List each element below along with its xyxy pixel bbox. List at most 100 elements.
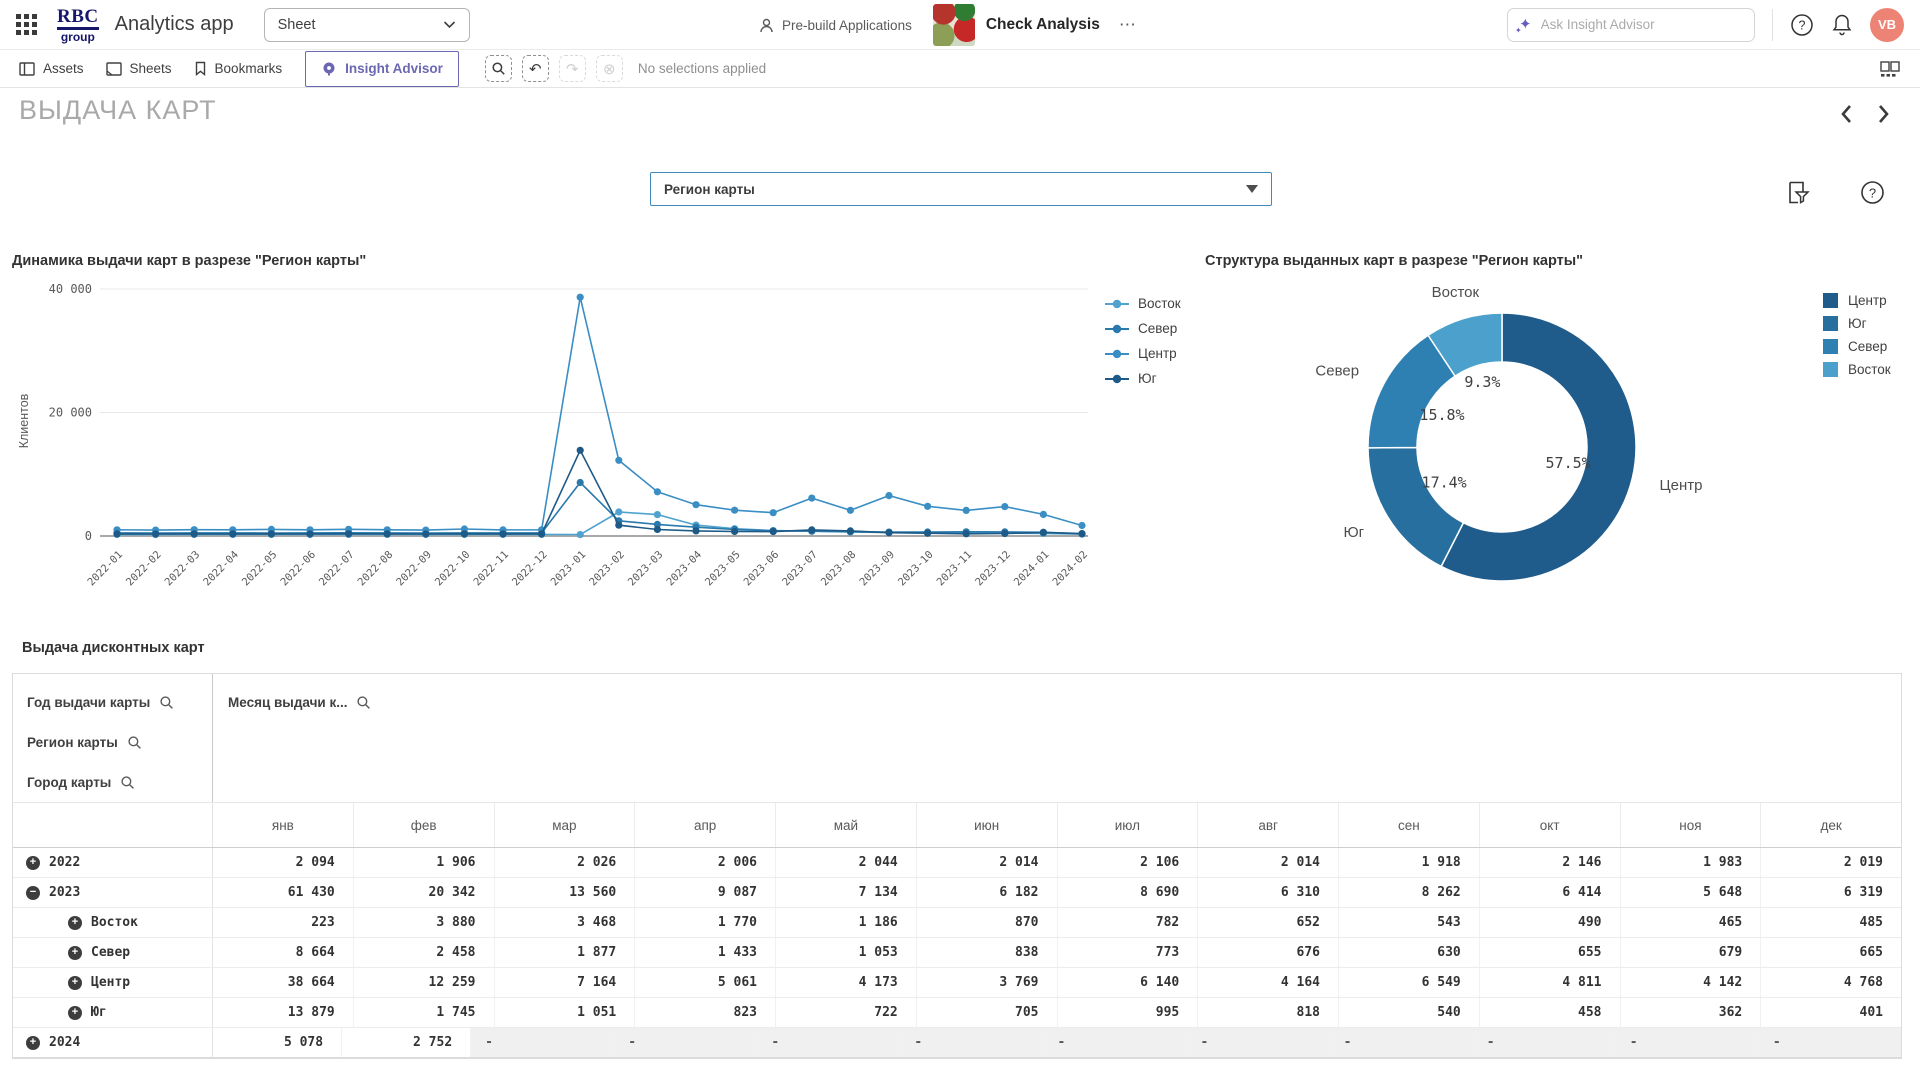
clear-selections-icon[interactable]: ⊗ — [596, 55, 623, 82]
point-Юг-2023-02[interactable] — [615, 522, 622, 529]
point-Центр-2023-12[interactable] — [1001, 503, 1008, 510]
legend-item-Восток[interactable]: Восток — [1105, 296, 1181, 311]
point-Юг-2024-02[interactable] — [1078, 530, 1085, 537]
point-Восток-2023-03[interactable] — [654, 511, 661, 518]
point-Юг-2023-04[interactable] — [692, 527, 699, 534]
dim-city[interactable]: Город карты — [27, 762, 212, 802]
point-Юг-2023-05[interactable] — [731, 528, 738, 535]
selections-back-icon[interactable]: ↶ — [522, 55, 549, 82]
line-series-Центр[interactable] — [117, 297, 1082, 530]
tab-assets[interactable]: Assets — [8, 50, 95, 88]
legend-item-Север[interactable]: Север — [1105, 321, 1181, 336]
app-thumbnail[interactable] — [933, 4, 975, 46]
point-Центр-2023-07[interactable] — [808, 495, 815, 502]
dim-month[interactable]: Месяц выдачи к... — [228, 682, 1901, 722]
legend-item-Юг[interactable]: Юг — [1105, 371, 1181, 386]
point-Юг-2022-02[interactable] — [152, 530, 159, 537]
point-Центр-2023-02[interactable] — [615, 457, 622, 464]
line-series-Юг[interactable] — [117, 450, 1082, 534]
cell-Восток-сен: 543 — [1339, 908, 1480, 937]
point-Юг-2023-09[interactable] — [885, 529, 892, 536]
point-Юг-2022-08[interactable] — [384, 530, 391, 537]
point-Юг-2023-12[interactable] — [1001, 530, 1008, 537]
point-Юг-2022-09[interactable] — [422, 530, 429, 537]
expand-icon[interactable]: + — [68, 916, 82, 930]
insight-advisor-search[interactable]: ✦✦ — [1507, 8, 1755, 42]
point-Центр-2023-03[interactable] — [654, 488, 661, 495]
search-icon[interactable] — [159, 695, 174, 710]
more-menu-icon[interactable]: ⋯ — [1119, 15, 1137, 35]
legend-item-Восток[interactable]: Восток — [1823, 362, 1891, 377]
point-Юг-2022-10[interactable] — [461, 530, 468, 537]
point-Центр-2023-06[interactable] — [770, 509, 777, 516]
point-Юг-2022-07[interactable] — [345, 530, 352, 537]
point-Центр-2023-11[interactable] — [963, 507, 970, 514]
point-Юг-2023-10[interactable] — [924, 530, 931, 537]
line-chart-plot[interactable]: 020 00040 000Клиентов2022-012022-022022-… — [12, 271, 1092, 636]
donut-slice-Юг[interactable] — [1368, 448, 1463, 567]
search-icon[interactable] — [356, 695, 371, 710]
app-launcher-icon[interactable] — [16, 14, 37, 35]
point-Юг-2023-07[interactable] — [808, 526, 815, 533]
tab-bookmarks[interactable]: Bookmarks — [183, 50, 294, 88]
expand-icon[interactable]: + — [68, 1006, 82, 1020]
sheet-selector-dropdown[interactable]: Sheet — [264, 8, 470, 42]
point-Юг-2022-11[interactable] — [499, 530, 506, 537]
point-Центр-2023-01[interactable] — [577, 294, 584, 301]
selections-forward-icon[interactable]: ↷ — [559, 55, 586, 82]
previous-sheet-icon[interactable] — [1840, 104, 1853, 124]
smart-search-selections-icon[interactable] — [485, 55, 512, 82]
tab-insight-advisor[interactable]: Insight Advisor — [305, 51, 459, 87]
point-Юг-2022-05[interactable] — [268, 530, 275, 537]
point-Центр-2023-10[interactable] — [924, 503, 931, 510]
point-Юг-2022-04[interactable] — [229, 530, 236, 537]
point-Центр-2024-01[interactable] — [1040, 511, 1047, 518]
dim-year[interactable]: Год выдачи карты — [27, 682, 212, 722]
sheet-layout-icon[interactable] — [1880, 61, 1900, 77]
legend-item-Север[interactable]: Север — [1823, 339, 1891, 354]
legend-item-Юг[interactable]: Юг — [1823, 316, 1891, 331]
next-sheet-icon[interactable] — [1877, 104, 1890, 124]
user-avatar[interactable]: VB — [1870, 8, 1904, 42]
prebuild-applications-link[interactable]: Pre-build Applications — [758, 17, 912, 34]
point-Юг-2022-03[interactable] — [191, 530, 198, 537]
point-Юг-2023-01[interactable] — [577, 447, 584, 454]
current-app-name[interactable]: Check Analysis — [986, 16, 1100, 34]
point-Юг-2022-01[interactable] — [113, 530, 120, 537]
help-icon[interactable]: ? — [1790, 13, 1814, 37]
expand-icon[interactable]: + — [68, 976, 82, 990]
search-icon[interactable] — [127, 735, 142, 750]
point-Юг-2023-11[interactable] — [963, 530, 970, 537]
point-Юг-2024-01[interactable] — [1040, 529, 1047, 536]
expand-icon[interactable]: + — [26, 1036, 40, 1050]
expand-icon[interactable]: + — [26, 856, 40, 870]
point-Юг-2022-12[interactable] — [538, 530, 545, 537]
point-Центр-2023-09[interactable] — [885, 492, 892, 499]
tab-sheets[interactable]: Sheets — [95, 50, 183, 88]
point-Север-2023-01[interactable] — [577, 479, 584, 486]
dim-region[interactable]: Регион карты — [27, 722, 212, 762]
donut-chart-plot[interactable]: 57.5%Центр17.4%Юг15.8%Север9.3%Восток — [1205, 271, 1920, 611]
point-Центр-2024-02[interactable] — [1078, 522, 1085, 529]
collapse-icon[interactable]: − — [26, 886, 40, 900]
slice-label-Центр: Центр — [1660, 477, 1703, 494]
point-Восток-2023-02[interactable] — [615, 508, 622, 515]
expand-icon[interactable]: + — [68, 946, 82, 960]
point-Юг-2022-06[interactable] — [306, 530, 313, 537]
point-Юг-2023-03[interactable] — [654, 526, 661, 533]
point-Юг-2023-06[interactable] — [770, 528, 777, 535]
legend-item-Центр[interactable]: Центр — [1105, 346, 1181, 361]
sheet-toolbar: Assets Sheets Bookmarks Insight Advisor … — [0, 50, 1920, 88]
ask-insight-advisor-input[interactable] — [1541, 17, 1743, 32]
search-icon[interactable] — [120, 775, 135, 790]
point-Юг-2023-08[interactable] — [847, 527, 854, 534]
point-Восток-2023-01[interactable] — [577, 531, 584, 538]
region-filter-dropdown[interactable]: Регион карты — [650, 172, 1272, 206]
notifications-bell-icon[interactable] — [1831, 13, 1853, 36]
point-Центр-2023-05[interactable] — [731, 507, 738, 514]
selections-tool-icon[interactable] — [1786, 180, 1811, 205]
legend-item-Центр[interactable]: Центр — [1823, 293, 1891, 308]
point-Центр-2023-04[interactable] — [692, 501, 699, 508]
sheet-help-icon[interactable]: ? — [1860, 180, 1885, 205]
point-Центр-2023-08[interactable] — [847, 507, 854, 514]
